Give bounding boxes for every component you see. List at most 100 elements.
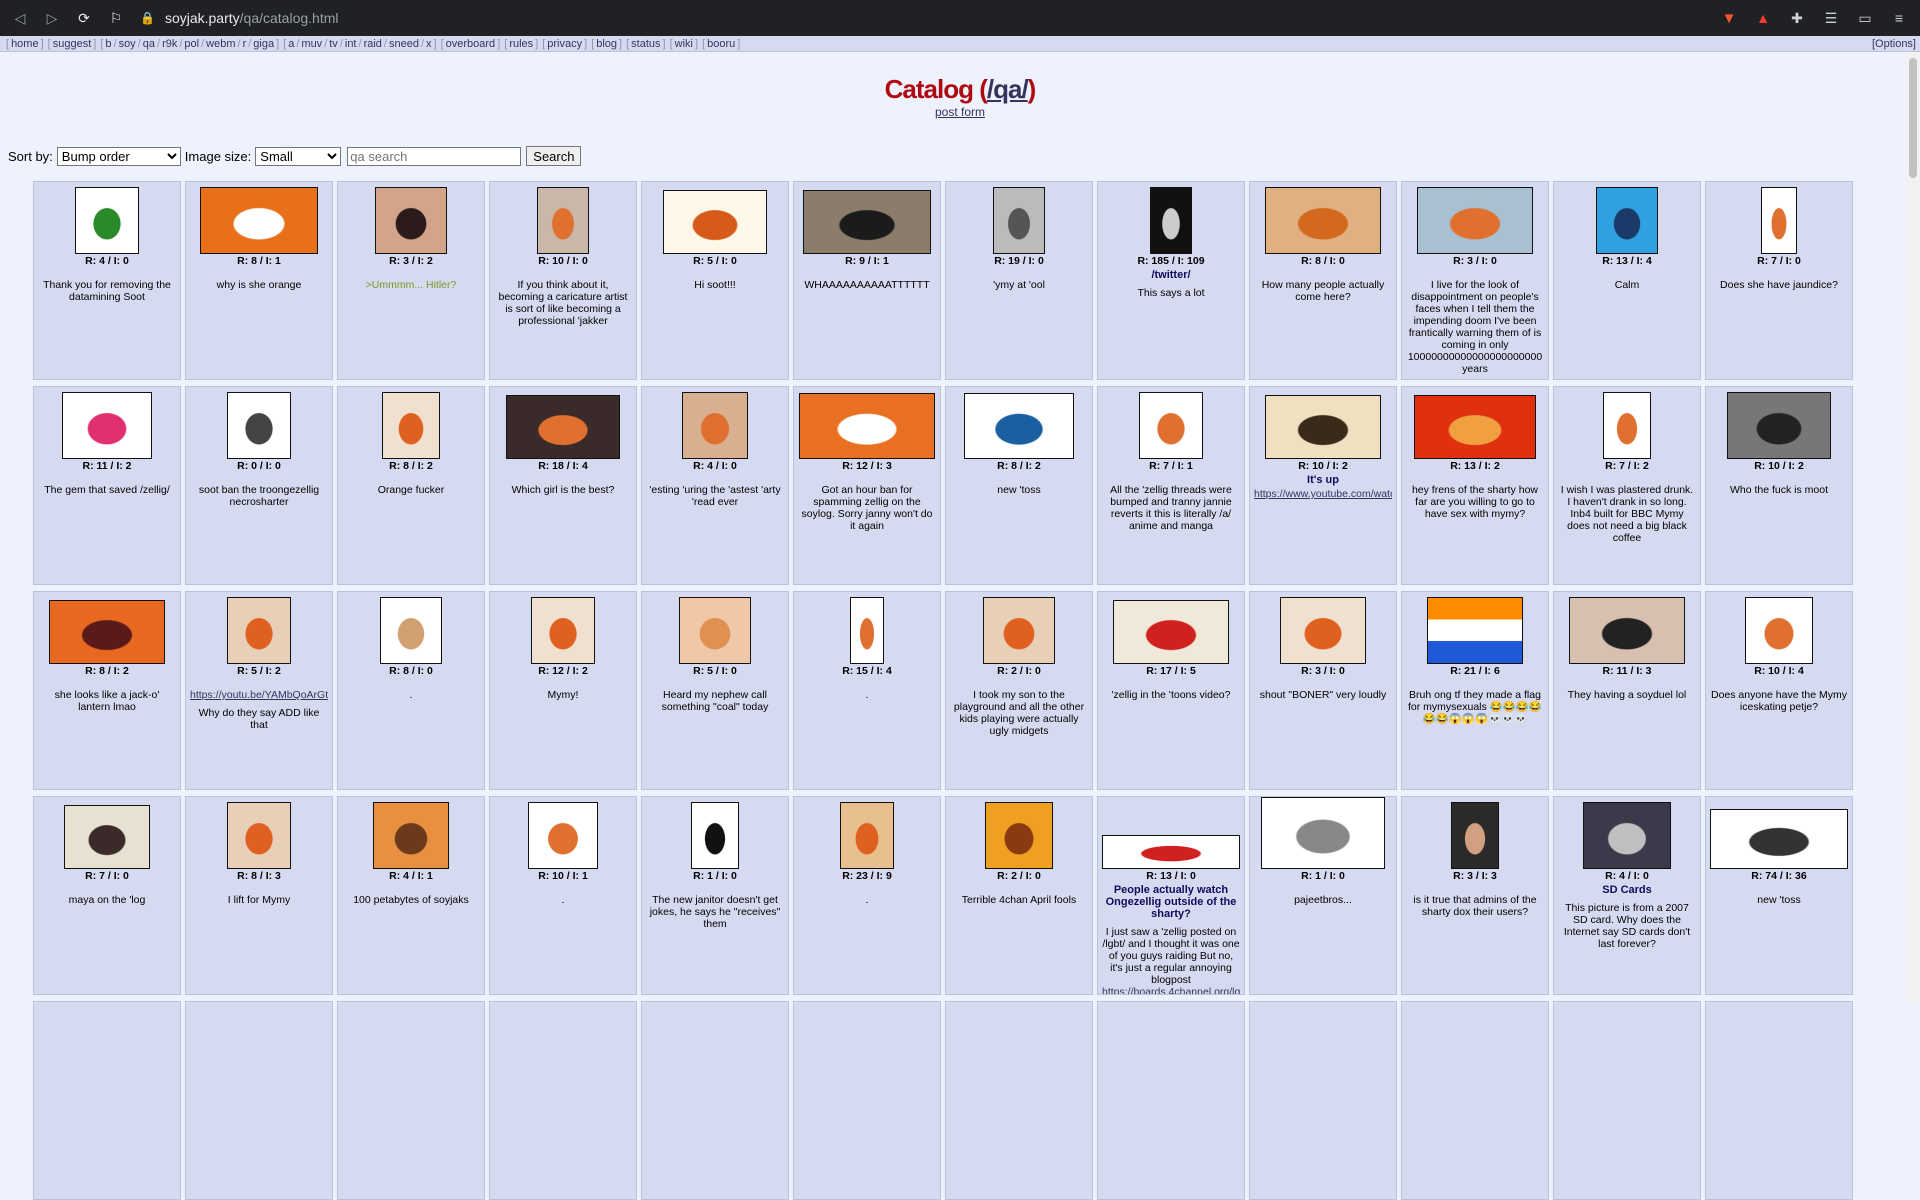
thread-link[interactable]: https://boards.4channel.org/lgbt <box>1102 986 1240 994</box>
board-link-0[interactable]: blog <box>596 38 617 50</box>
thread-thumbnail[interactable] <box>1603 392 1651 459</box>
board-link-1[interactable]: soy <box>119 38 136 50</box>
thread-thumbnail[interactable] <box>1569 597 1685 664</box>
board-link-0[interactable]: status <box>631 38 660 50</box>
thread-thumbnail[interactable] <box>1745 597 1813 664</box>
bracket: ] <box>535 37 539 50</box>
back-arrow-icon[interactable]: ◁ <box>8 6 32 30</box>
thread-link[interactable]: https://youtu.be/YAMbQoArGt=77 <box>190 689 328 701</box>
brave-shield-icon[interactable]: ▼ <box>1716 5 1742 31</box>
thread-thumbnail[interactable] <box>200 187 318 254</box>
thread-thumbnail[interactable] <box>1727 392 1831 459</box>
thread-thumbnail[interactable] <box>64 805 150 869</box>
thread-thumbnail[interactable] <box>1583 802 1671 869</box>
thread-thumbnail[interactable] <box>1710 809 1848 869</box>
board-link-0[interactable]: booru <box>707 38 735 50</box>
post-form-link[interactable]: post form <box>935 105 985 119</box>
address-bar[interactable]: 🔒 soyjak.party /qa/catalog.html <box>140 4 1716 32</box>
thread-thumbnail[interactable] <box>531 597 595 664</box>
board-link-0[interactable]: privacy <box>547 38 582 50</box>
scrollbar-thumb[interactable] <box>1909 58 1917 178</box>
thread-thumbnail[interactable] <box>227 597 291 664</box>
thread-thumbnail[interactable] <box>1139 392 1203 459</box>
reload-icon[interactable]: ⟳ <box>72 6 96 30</box>
board-link-0[interactable]: overboard <box>446 38 496 50</box>
thread-thumbnail[interactable] <box>850 597 884 664</box>
thread-thumbnail[interactable] <box>227 802 291 869</box>
thread-thumbnail[interactable] <box>663 190 767 254</box>
search-input[interactable] <box>347 146 522 166</box>
thread-link[interactable]: https://www.youtube.com/watch?v=J9j78BNA… <box>1254 488 1392 500</box>
forward-arrow-icon[interactable]: ▷ <box>40 6 64 30</box>
thread-35: R: 10 / I: 4 Does anyone have the Mymy ic… <box>1705 591 1853 790</box>
thread-thumbnail[interactable] <box>840 802 894 869</box>
thread-thumbnail[interactable] <box>1451 802 1499 869</box>
thumbnail-wrap <box>186 800 332 869</box>
thread-thumbnail[interactable] <box>537 187 589 254</box>
thread-thumbnail[interactable] <box>803 190 931 254</box>
thread-thumbnail[interactable] <box>1761 187 1797 254</box>
thread-thumbnail[interactable] <box>1265 187 1381 254</box>
board-link-5[interactable]: webm <box>206 38 235 50</box>
board-link-1[interactable]: muv <box>301 38 322 50</box>
board-link-0[interactable]: rules <box>509 38 533 50</box>
thread-thumbnail[interactable] <box>1113 600 1229 664</box>
board-link[interactable]: /qa/ <box>987 74 1029 104</box>
sort-select[interactable]: Bump order <box>56 146 181 166</box>
thread-thumbnail[interactable] <box>375 187 447 254</box>
board-link-0[interactable]: a <box>288 38 294 50</box>
options-link[interactable]: [Options] <box>1872 38 1916 50</box>
board-link-0[interactable]: b <box>105 38 111 50</box>
menu-icon[interactable]: ≡ <box>1886 5 1912 31</box>
thread-thumbnail[interactable] <box>679 597 751 664</box>
thread-thumbnail[interactable] <box>799 393 935 459</box>
thread-thumbnail[interactable] <box>62 392 152 459</box>
thread-thumbnail[interactable] <box>75 187 139 254</box>
board-link-4[interactable]: raid <box>364 38 382 50</box>
thread-thumbnail[interactable] <box>1427 597 1523 664</box>
thread-thumbnail[interactable] <box>691 802 739 869</box>
thread-thumbnail[interactable] <box>1596 187 1658 254</box>
thumbnail-wrap <box>1098 390 1244 459</box>
board-link-2[interactable]: tv <box>329 38 338 50</box>
thread-thumbnail[interactable] <box>1414 395 1536 459</box>
thread-thumbnail[interactable] <box>983 597 1055 664</box>
brave-rewards-icon[interactable]: ▲ <box>1750 5 1776 31</box>
thread-thumbnail[interactable] <box>1102 835 1240 869</box>
thread-thumbnail[interactable] <box>1280 597 1366 664</box>
thread-thumbnail[interactable] <box>985 802 1053 869</box>
reading-list-icon[interactable]: ☰ <box>1818 5 1844 31</box>
thread-thumbnail[interactable] <box>682 392 748 459</box>
thread-thumbnail[interactable] <box>993 187 1045 254</box>
board-link-5[interactable]: sneed <box>389 38 419 50</box>
board-link-6[interactable]: x <box>426 38 432 50</box>
thread-thumbnail[interactable] <box>1417 187 1533 254</box>
thread-thumbnail[interactable] <box>528 802 598 869</box>
thread-thumbnail[interactable] <box>227 392 291 459</box>
board-link-4[interactable]: pol <box>184 38 199 50</box>
thread-thumbnail[interactable] <box>1261 797 1385 869</box>
board-link-3[interactable]: r9k <box>162 38 177 50</box>
thread-thumbnail[interactable] <box>1150 187 1192 254</box>
board-link-7[interactable]: giga <box>253 38 274 50</box>
thread-thumbnail[interactable] <box>964 393 1074 459</box>
thread-thumbnail[interactable] <box>49 600 165 664</box>
thread-thumbnail[interactable] <box>373 802 449 869</box>
thread-thumbnail[interactable] <box>1265 395 1381 459</box>
thumbnail-wrap <box>34 595 180 664</box>
extensions-icon[interactable]: ✚ <box>1784 5 1810 31</box>
board-link-0[interactable]: home <box>11 38 39 50</box>
board-link-0[interactable]: suggest <box>53 38 92 50</box>
image-size-select[interactable]: Small <box>255 146 342 166</box>
wallet-icon[interactable]: ▭ <box>1852 5 1878 31</box>
thread-thumbnail[interactable] <box>506 395 620 459</box>
thread-thumbnail[interactable] <box>382 392 440 459</box>
board-link-6[interactable]: r <box>243 38 247 50</box>
board-link-2[interactable]: qa <box>143 38 155 50</box>
board-link-3[interactable]: int <box>345 38 357 50</box>
board-link-0[interactable]: wiki <box>675 38 693 50</box>
scrollbar[interactable] <box>1906 52 1920 1004</box>
search-button[interactable]: Search <box>526 146 582 166</box>
bookmark-icon[interactable]: ⚐ <box>104 6 128 30</box>
thread-thumbnail[interactable] <box>380 597 442 664</box>
